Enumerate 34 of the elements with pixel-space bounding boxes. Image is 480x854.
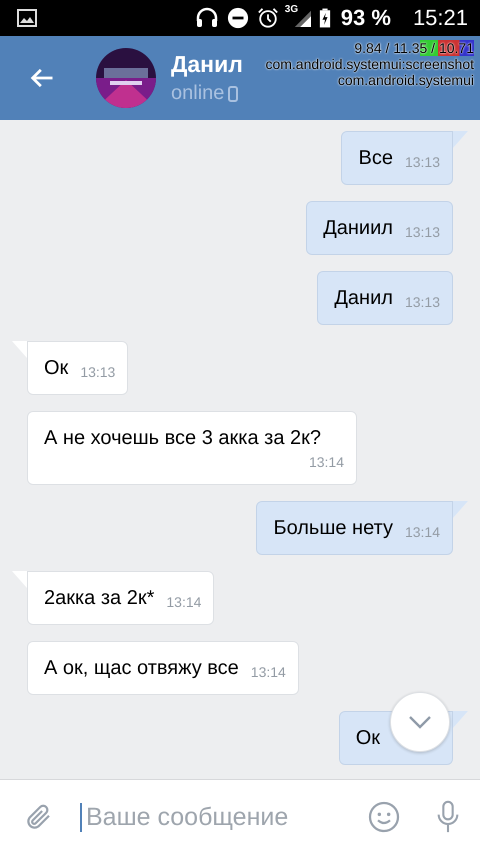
message-time: 13:13	[80, 363, 116, 382]
message-time: 13:14	[308, 453, 344, 472]
scroll-down-button[interactable]	[390, 692, 450, 752]
contact-name: Данил	[171, 51, 243, 78]
debug-text: com.android.systemui	[338, 72, 474, 88]
message-text: Ок	[44, 356, 68, 381]
emoji-button[interactable]	[368, 801, 400, 833]
message-text: Все	[358, 146, 393, 171]
image-icon	[17, 8, 37, 28]
message-text: 2акка за 2к*	[44, 586, 154, 611]
message-time: 13:14	[250, 663, 286, 682]
headphones-icon	[194, 6, 219, 30]
debug-text: com.android.systemui:screenshot	[265, 56, 474, 72]
message-time: 13:13	[404, 293, 440, 312]
phone-icon	[228, 86, 238, 102]
message-text: Больше нету	[273, 516, 393, 541]
smiley-icon	[368, 801, 400, 833]
chevron-down-icon	[407, 715, 433, 729]
message-text: А ок, щас отвяжу все	[44, 656, 239, 681]
message-time: 13:14	[404, 523, 440, 542]
message-text: Данил	[334, 286, 393, 311]
message-text: Даниил	[323, 216, 393, 241]
presence-status: online	[171, 82, 224, 105]
message-text: А не хочешь все 3 акка за 2к?	[44, 426, 321, 451]
clock: 15:21	[412, 5, 468, 31]
message-time: 13:14	[166, 593, 202, 612]
battery-icon	[318, 7, 331, 29]
battery-level: 93 %	[340, 5, 391, 31]
message-text: Ок	[356, 726, 380, 751]
message-time: 13:13	[404, 153, 440, 172]
message-time: 13:13	[404, 223, 440, 242]
alarm-icon	[256, 7, 279, 29]
network-type: 3G	[284, 4, 298, 15]
do-not-disturb-icon	[226, 7, 249, 29]
